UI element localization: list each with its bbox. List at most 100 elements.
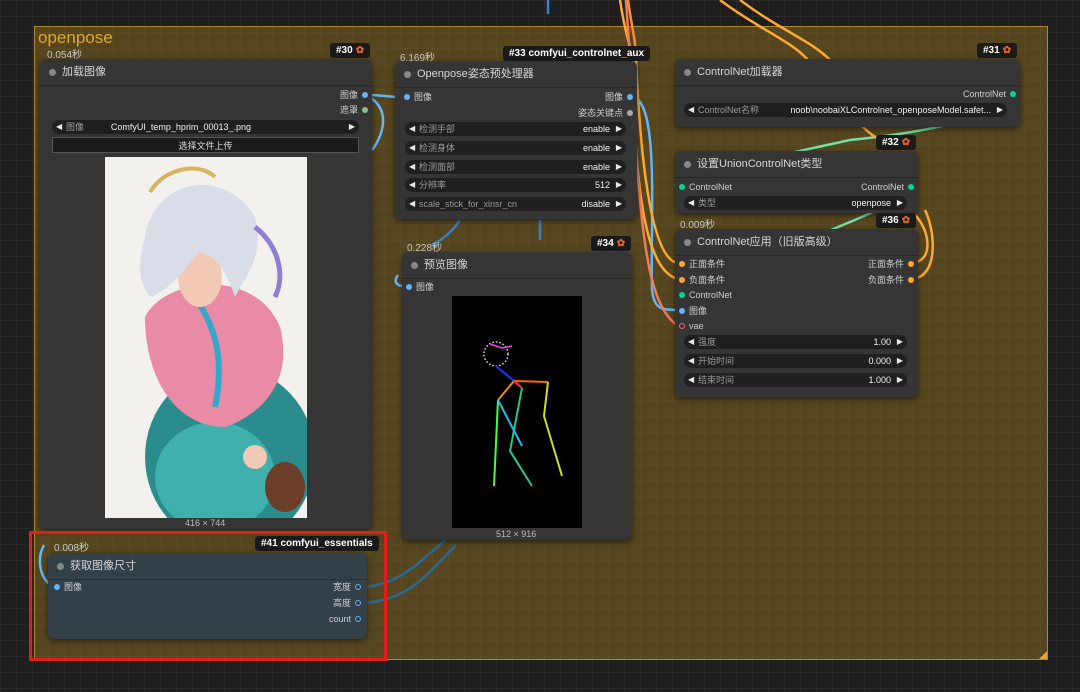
controlnet-slot-dot[interactable] bbox=[679, 291, 685, 298]
load-image-header[interactable]: 加载图像 bbox=[40, 59, 372, 86]
image-slot-dot[interactable] bbox=[406, 283, 412, 290]
triangle-right-icon[interactable]: ▶ bbox=[349, 120, 355, 134]
cn-apply-input-positive[interactable]: 正面条件 bbox=[675, 258, 725, 270]
cn-apply-input-controlnet[interactable]: ControlNet bbox=[675, 289, 732, 301]
controlnet-slot-dot[interactable] bbox=[1010, 90, 1016, 97]
slot-label: 遮罩 bbox=[339, 105, 358, 115]
triangle-left-icon[interactable]: ◀ bbox=[688, 196, 694, 210]
triangle-left-icon[interactable]: ◀ bbox=[688, 373, 694, 387]
output-slot-mask[interactable]: 遮罩 bbox=[290, 104, 372, 116]
triangle-right-icon[interactable]: ▶ bbox=[897, 373, 903, 387]
triangle-left-icon[interactable]: ◀ bbox=[409, 122, 415, 136]
collapse-dot-icon[interactable] bbox=[684, 69, 691, 76]
widget-value: enable bbox=[582, 162, 610, 172]
image-slot-dot[interactable] bbox=[627, 93, 633, 100]
fox-icon: ✿ bbox=[355, 45, 365, 56]
cn-apply-header[interactable]: ControlNet应用（旧版高级） bbox=[675, 229, 918, 256]
conditioning-slot-dot[interactable] bbox=[908, 276, 914, 283]
cn-loader-header[interactable]: ControlNet加载器 bbox=[675, 59, 1020, 86]
openpose-input-image[interactable]: 图像 bbox=[400, 91, 432, 103]
output-slot-image[interactable]: 图像 bbox=[290, 89, 372, 101]
widget-resolution[interactable]: ◀ 分辨率 512 ▶ bbox=[405, 178, 626, 192]
cn-apply-output-negative[interactable]: 负面条件 bbox=[820, 274, 918, 286]
widget-scale-stick[interactable]: ◀ scale_stick_for_xinsr_cn disable ▶ bbox=[405, 197, 626, 211]
triangle-right-icon[interactable]: ▶ bbox=[997, 103, 1003, 117]
controlnet-slot-dot[interactable] bbox=[908, 183, 914, 190]
union-input-controlnet[interactable]: ControlNet bbox=[675, 181, 732, 193]
triangle-right-icon[interactable]: ▶ bbox=[897, 335, 903, 349]
union-output-controlnet[interactable]: ControlNet bbox=[820, 181, 918, 193]
triangle-left-icon[interactable]: ◀ bbox=[688, 354, 694, 368]
union-header[interactable]: 设置UnionControlNet类型 bbox=[675, 151, 918, 178]
widget-start-percent[interactable]: ◀ 开始时间 0.000 ▶ bbox=[684, 354, 907, 368]
triangle-left-icon[interactable]: ◀ bbox=[409, 178, 415, 192]
image-slot-dot[interactable] bbox=[362, 91, 368, 98]
slot-label: 图像 bbox=[339, 90, 358, 100]
triangle-right-icon[interactable]: ▶ bbox=[897, 196, 903, 210]
collapse-dot-icon[interactable] bbox=[684, 161, 691, 168]
triangle-right-icon[interactable]: ▶ bbox=[616, 122, 622, 136]
widget-value: openpose bbox=[851, 198, 891, 208]
conditioning-slot-dot[interactable] bbox=[908, 260, 914, 267]
openpose-node[interactable]: Openpose姿态预处理器 bbox=[395, 61, 637, 219]
widget-value: enable bbox=[582, 143, 610, 153]
collapse-dot-icon[interactable] bbox=[684, 239, 691, 246]
widget-end-percent[interactable]: ◀ 结束时间 1.000 ▶ bbox=[684, 373, 907, 387]
image-file-combo[interactable]: ◀ 图像 ComfyUI_temp_hprim_00013_.png ▶ bbox=[52, 120, 359, 134]
cn-loader-id-badge: #31 ✿ bbox=[977, 43, 1018, 58]
pose-preview-image bbox=[452, 296, 582, 528]
controlnet-name-combo[interactable]: ◀ ControlNet名称 noob\noobaiXLControlnet_ope… bbox=[684, 103, 1007, 117]
preview-title: 预览图像 bbox=[424, 259, 468, 271]
openpose-output-image[interactable]: 图像 bbox=[540, 91, 637, 103]
widget-detect-body[interactable]: ◀ 检测身体 enable ▶ bbox=[405, 141, 626, 155]
collapse-dot-icon[interactable] bbox=[49, 69, 56, 76]
triangle-left-icon[interactable]: ◀ bbox=[688, 335, 694, 349]
conditioning-slot-dot[interactable] bbox=[679, 260, 685, 267]
cn-apply-output-positive[interactable]: 正面条件 bbox=[820, 258, 918, 270]
cn-apply-input-negative[interactable]: 负面条件 bbox=[675, 274, 725, 286]
vae-slot-dot[interactable] bbox=[679, 322, 685, 329]
mask-slot-dot[interactable] bbox=[362, 106, 368, 113]
loaded-image-preview bbox=[105, 157, 307, 518]
cn-apply-input-vae[interactable]: vae bbox=[675, 320, 704, 332]
triangle-left-icon[interactable]: ◀ bbox=[56, 120, 62, 134]
pose-skeleton bbox=[483, 341, 563, 487]
triangle-right-icon[interactable]: ▶ bbox=[616, 178, 622, 192]
cn-loader-output[interactable]: ControlNet bbox=[900, 88, 1020, 100]
openpose-header[interactable]: Openpose姿态预处理器 bbox=[395, 61, 637, 88]
highlight-box bbox=[29, 531, 387, 661]
preview-input-image[interactable]: 图像 bbox=[402, 281, 434, 293]
triangle-right-icon[interactable]: ▶ bbox=[616, 160, 622, 174]
triangle-left-icon[interactable]: ◀ bbox=[409, 160, 415, 174]
controlnet-apply-node[interactable]: ControlNet应用（旧版高级） bbox=[675, 229, 918, 397]
widget-detect-face[interactable]: ◀ 检测面部 enable ▶ bbox=[405, 160, 626, 174]
openpose-output-keypoints[interactable]: 姿态关键点 bbox=[540, 107, 637, 119]
collapse-dot-icon[interactable] bbox=[404, 71, 411, 78]
collapse-dot-icon[interactable] bbox=[411, 262, 418, 269]
widget-label: 检测面部 bbox=[419, 162, 456, 172]
image-slot-dot[interactable] bbox=[404, 93, 410, 100]
preview-header[interactable]: 预览图像 bbox=[402, 252, 632, 279]
slot-label: vae bbox=[689, 321, 704, 331]
union-type-combo[interactable]: ◀ 类型 openpose ▶ bbox=[684, 196, 907, 210]
conditioning-slot-dot[interactable] bbox=[679, 276, 685, 283]
triangle-right-icon[interactable]: ▶ bbox=[897, 354, 903, 368]
triangle-right-icon[interactable]: ▶ bbox=[616, 141, 622, 155]
widget-value: 0.000 bbox=[868, 356, 891, 366]
widget-strength[interactable]: ◀ 强度 1.00 ▶ bbox=[684, 335, 907, 349]
keypoint-slot-dot[interactable] bbox=[627, 109, 633, 116]
image-slot-dot[interactable] bbox=[679, 307, 685, 314]
slot-label: ControlNet bbox=[860, 182, 904, 192]
slot-label: 姿态关键点 bbox=[577, 108, 623, 118]
triangle-right-icon[interactable]: ▶ bbox=[616, 197, 622, 211]
cn-apply-input-image[interactable]: 图像 bbox=[675, 305, 707, 317]
triangle-left-icon[interactable]: ◀ bbox=[409, 197, 415, 211]
image-size-label: 416 × 744 bbox=[185, 518, 226, 528]
slot-label: 负面条件 bbox=[867, 275, 904, 285]
widget-detect-hand[interactable]: ◀ 检测手部 enable ▶ bbox=[405, 122, 626, 136]
triangle-left-icon[interactable]: ◀ bbox=[688, 103, 694, 117]
upload-file-button[interactable]: 选择文件上传 bbox=[52, 137, 359, 153]
controlnet-slot-dot[interactable] bbox=[679, 183, 685, 190]
widget-value: enable bbox=[582, 124, 610, 134]
triangle-left-icon[interactable]: ◀ bbox=[409, 141, 415, 155]
